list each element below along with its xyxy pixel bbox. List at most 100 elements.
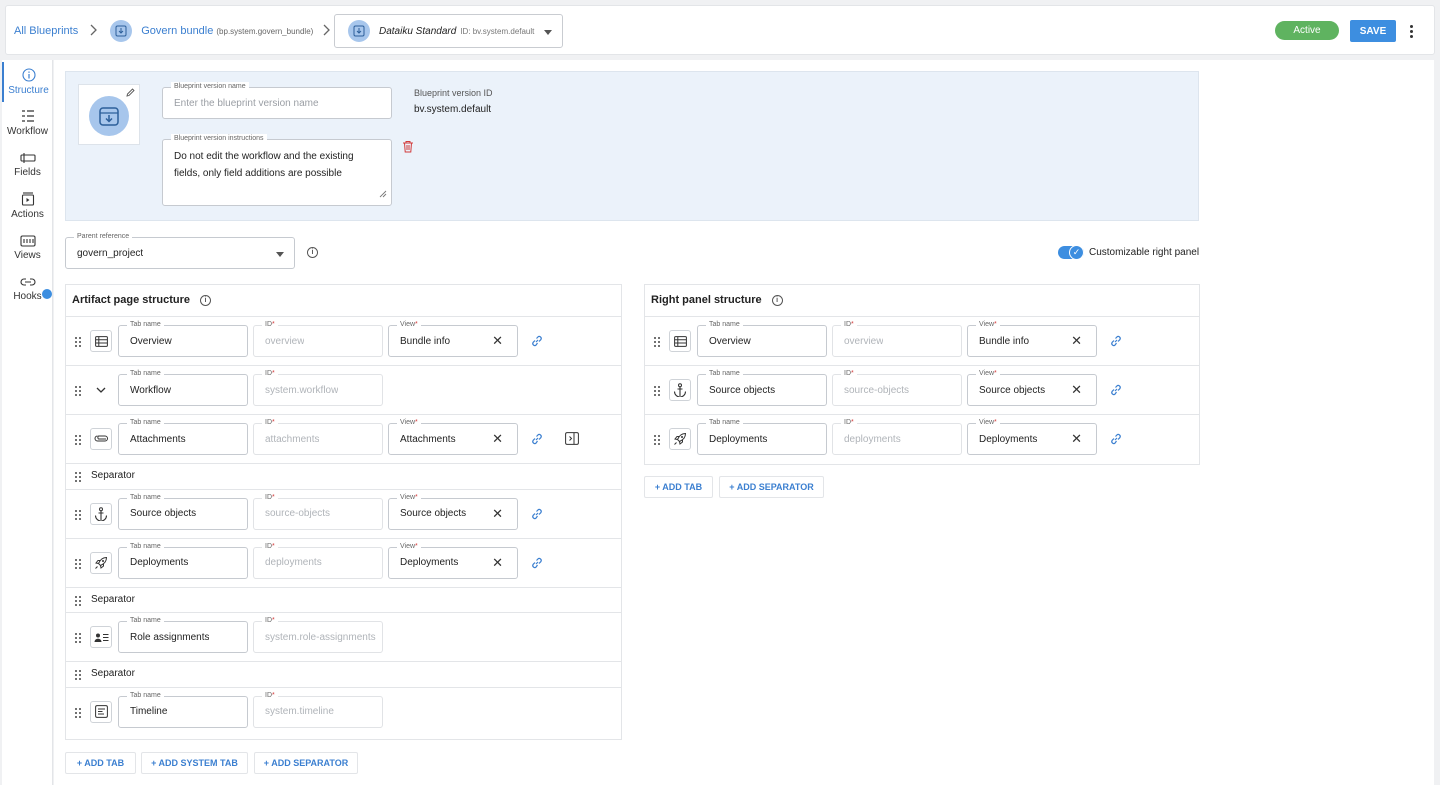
field-value: Attachments — [400, 433, 456, 445]
add-separator-button[interactable]: + ADD SEPARATOR — [254, 752, 358, 774]
tab-name-field[interactable]: Tab name Overview — [697, 320, 827, 357]
tab-name-field[interactable]: Tab name Attachments — [118, 418, 248, 455]
link-icon[interactable] — [1109, 383, 1123, 400]
drag-handle-icon[interactable] — [75, 435, 81, 445]
close-icon[interactable]: ✕ — [492, 326, 503, 356]
rail-item-fields[interactable]: Fields — [2, 145, 53, 185]
right-panel-structure-title: Right panel structure — [651, 294, 762, 306]
add-separator-button[interactable]: + ADD SEPARATOR — [719, 476, 824, 498]
info-icon[interactable]: i — [199, 294, 211, 306]
add-system-tab-button[interactable]: + ADD SYSTEM TAB — [141, 752, 248, 774]
version-name: Dataiku Standard — [379, 25, 457, 37]
rail-item-structure[interactable]: Structure — [2, 62, 53, 102]
tab-view-field[interactable]: View* Attachments ✕ — [388, 418, 518, 455]
separator-row: Separator — [66, 463, 621, 488]
tab-view-field[interactable]: View* Deployments ✕ — [967, 418, 1097, 455]
link-icon[interactable] — [530, 334, 544, 351]
side-panel-icon[interactable] — [565, 432, 579, 448]
drag-handle-icon[interactable] — [75, 472, 81, 482]
tab-name-field[interactable]: Tab name Deployments — [118, 541, 248, 579]
main-content: Blueprint version name Enter the bluepri… — [54, 60, 1434, 785]
drag-handle-icon[interactable] — [75, 670, 81, 680]
drag-handle-icon[interactable] — [75, 386, 81, 396]
tab-row: Tab name Source objects ID* source-objects V… — [645, 365, 1199, 414]
tab-name-field[interactable]: Tab name Overview — [118, 320, 248, 357]
link-icon[interactable] — [1109, 334, 1123, 351]
role-assignment-icon — [90, 626, 112, 648]
close-icon[interactable]: ✕ — [1071, 326, 1082, 356]
drag-handle-icon[interactable] — [75, 707, 81, 718]
tab-view-field[interactable]: View* Deployments ✕ — [388, 541, 518, 579]
drag-handle-icon[interactable] — [75, 595, 81, 606]
add-tab-button[interactable]: + ADD TAB — [644, 476, 713, 498]
artifact-structure-title: Artifact page structure — [72, 294, 190, 306]
tab-row: Tab name Attachments ID* attachments View* At… — [66, 414, 621, 463]
bundle-icon — [110, 20, 133, 42]
more-options-icon[interactable] — [1406, 20, 1416, 42]
drag-handle-icon[interactable] — [75, 509, 81, 520]
field-value: Deployments — [709, 433, 768, 445]
drag-handle-icon[interactable] — [654, 337, 660, 347]
close-icon[interactable]: ✕ — [492, 424, 503, 454]
trash-icon[interactable] — [402, 140, 414, 156]
rail-item-actions[interactable]: Actions — [2, 186, 53, 226]
tab-view-field[interactable]: View* Bundle info ✕ — [967, 320, 1097, 357]
add-tab-button[interactable]: + ADD TAB — [65, 752, 136, 774]
rail-label: Actions — [11, 209, 44, 220]
views-icon — [19, 235, 36, 247]
link-icon[interactable] — [530, 507, 544, 524]
drag-handle-icon[interactable] — [654, 386, 660, 396]
blueprint-version-select[interactable]: Dataiku Standard ID: bv.system.default — [334, 14, 563, 48]
tab-view-field[interactable]: View* Bundle info ✕ — [388, 320, 518, 357]
rail-item-views[interactable]: Views — [2, 228, 53, 268]
rail-item-hooks[interactable]: Hooks — [2, 269, 53, 309]
chevron-right-icon — [90, 23, 98, 39]
save-button[interactable]: SAVE — [1350, 20, 1396, 42]
pencil-icon[interactable] — [126, 88, 135, 99]
chevron-down-icon[interactable] — [90, 379, 112, 401]
drag-handle-icon[interactable] — [654, 435, 660, 445]
tab-view-field[interactable]: View* Source objects ✕ — [967, 369, 1097, 406]
drag-handle-icon[interactable] — [75, 337, 81, 347]
tab-id-field: ID* system.workflow — [253, 369, 383, 406]
tab-name-field[interactable]: Tab name Source objects — [118, 492, 248, 530]
blueprint-version-name-field[interactable]: Blueprint version name Enter the bluepri… — [162, 82, 392, 119]
drag-handle-icon[interactable] — [75, 558, 81, 569]
tab-id-field: ID* deployments — [253, 541, 383, 579]
breadcrumb-all-blueprints[interactable]: All Blueprints — [14, 25, 78, 37]
tab-name-field[interactable]: Tab name Deployments — [697, 418, 827, 455]
tab-row: Tab name Deployments ID* deployments View* De… — [66, 537, 621, 587]
drag-handle-icon[interactable] — [75, 633, 81, 643]
close-icon[interactable]: ✕ — [1071, 375, 1082, 405]
close-icon[interactable]: ✕ — [492, 548, 503, 578]
tab-name-field[interactable]: Tab name Workflow — [118, 369, 248, 406]
link-icon[interactable] — [530, 556, 544, 573]
resize-handle-icon[interactable] — [379, 187, 387, 201]
field-value: Source objects — [130, 508, 197, 519]
field-value: Deployments — [979, 433, 1038, 445]
tab-id-field: ID* overview — [253, 320, 383, 357]
rail-label: Structure — [8, 85, 49, 96]
breadcrumb-bundle[interactable]: Govern bundle — [141, 25, 213, 37]
close-icon[interactable]: ✕ — [492, 499, 503, 529]
link-icon[interactable] — [1109, 432, 1123, 449]
parent-reference-select[interactable]: Parent reference govern_project — [65, 232, 295, 269]
info-icon[interactable]: i — [307, 247, 318, 258]
bundle-icon — [89, 96, 129, 136]
rail-item-workflow[interactable]: Workflow — [2, 103, 53, 143]
tab-view-field[interactable]: View* Source objects ✕ — [388, 492, 518, 530]
link-icon[interactable] — [530, 432, 544, 449]
tab-name-field[interactable]: Tab name Role assignments — [118, 616, 248, 653]
customizable-right-panel-label: Customizable right panel — [1089, 247, 1200, 258]
blueprint-version-instructions-field[interactable]: Blueprint version instructions Do not ed… — [162, 134, 392, 206]
blueprint-icon-tile[interactable] — [78, 84, 140, 145]
field-value: Timeline — [130, 706, 168, 717]
customizable-right-panel-toggle[interactable]: ✓ — [1058, 245, 1084, 260]
field-value: system.role-assignments — [265, 631, 376, 643]
info-icon[interactable]: i — [771, 294, 783, 306]
close-icon[interactable]: ✕ — [1071, 424, 1082, 454]
check-icon: ✓ — [1069, 245, 1084, 260]
bundle-id: (bp.system.govern_bundle) — [216, 26, 314, 36]
tab-name-field[interactable]: Tab name Source objects — [697, 369, 827, 406]
tab-name-field[interactable]: Tab name Timeline — [118, 690, 248, 728]
